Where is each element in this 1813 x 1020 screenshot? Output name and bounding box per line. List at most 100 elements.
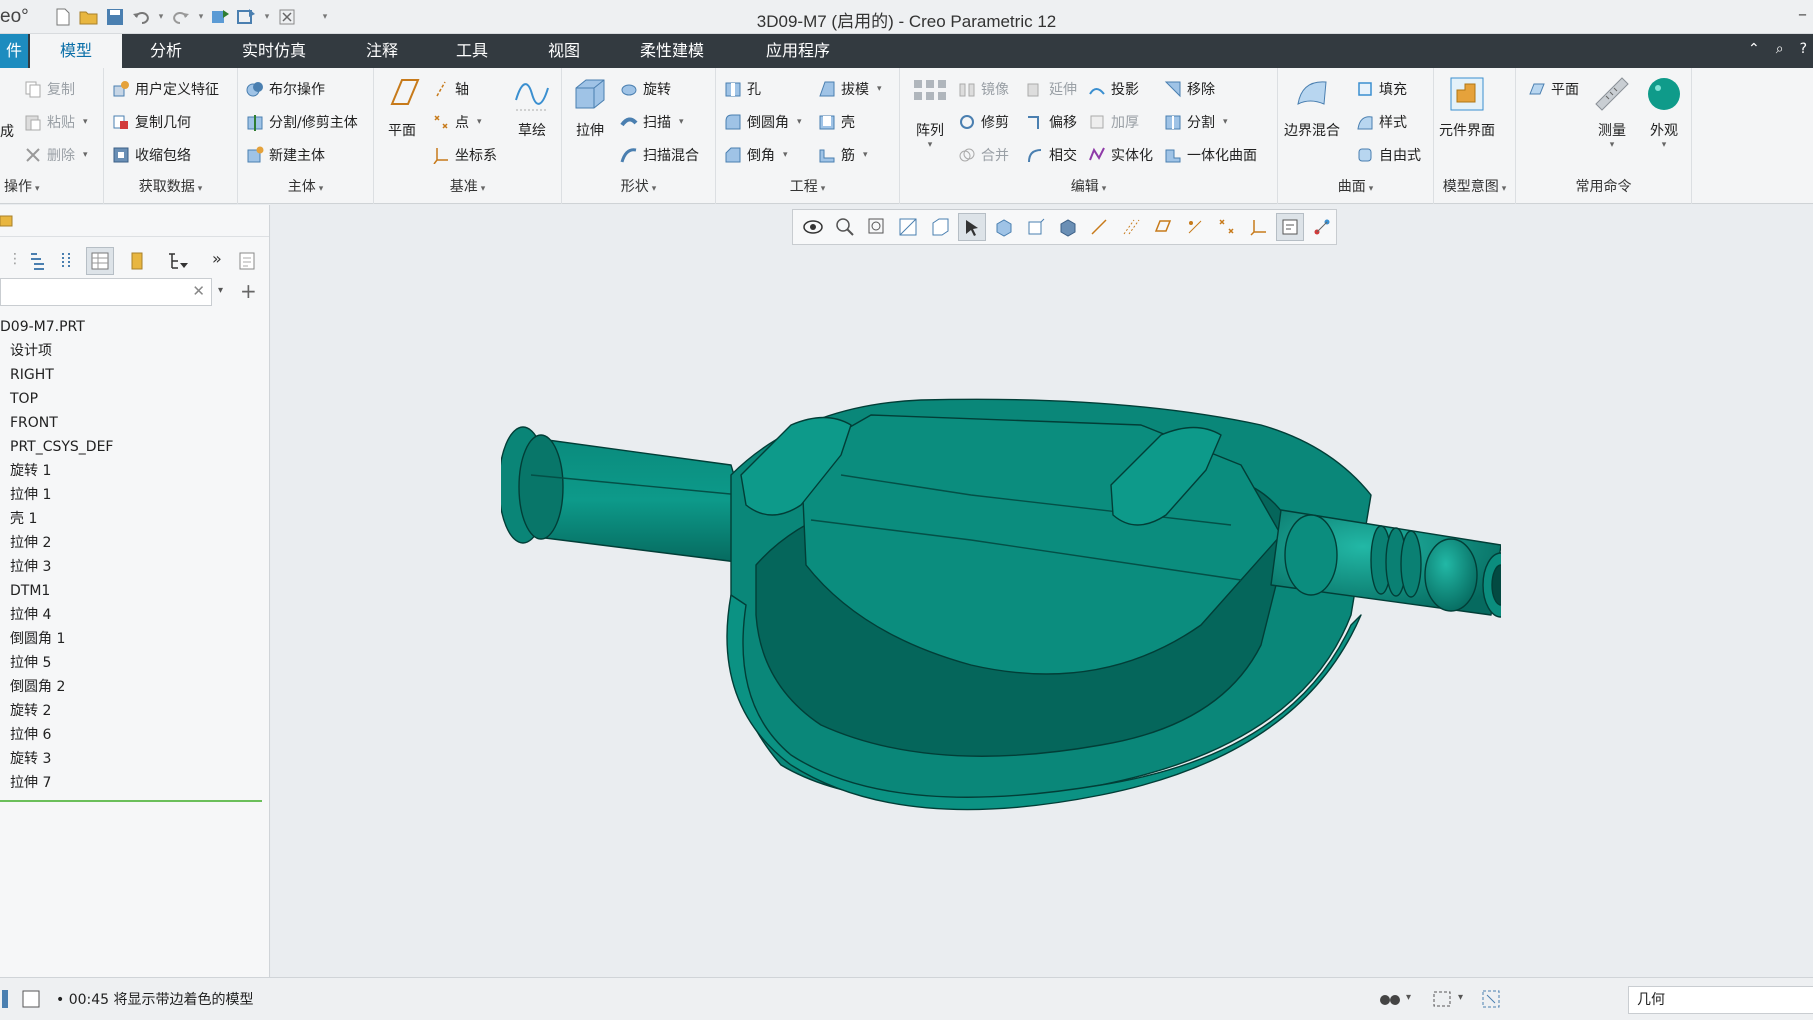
group-label-operations[interactable]: 操作 ▾ bbox=[0, 176, 103, 196]
datum-plane-button[interactable]: 平面 bbox=[382, 74, 422, 140]
extrude-button[interactable]: 拉伸 bbox=[570, 74, 610, 140]
save-icon[interactable] bbox=[104, 6, 126, 28]
tree-item[interactable]: DTM1 bbox=[0, 579, 270, 603]
tree-filter-icon[interactable] bbox=[166, 251, 190, 271]
mirror-button[interactable]: 镜像 bbox=[958, 76, 1009, 102]
chamfer-button[interactable]: 倒角 ▾ bbox=[724, 142, 788, 168]
component-interface-button[interactable]: 元件界面 bbox=[1439, 74, 1495, 140]
new-file-icon[interactable] bbox=[52, 6, 74, 28]
tab-applications[interactable]: 应用程序 bbox=[750, 34, 846, 68]
split-button[interactable]: 分割 ▾ bbox=[1164, 109, 1228, 135]
repaint-icon[interactable] bbox=[894, 213, 922, 241]
sketch-button[interactable]: 草绘 bbox=[512, 74, 552, 140]
redo-dropdown-icon[interactable]: ▾ bbox=[196, 12, 206, 22]
tree-item[interactable]: 倒圆角 2 bbox=[0, 675, 270, 699]
insert-indicator[interactable] bbox=[0, 800, 262, 802]
round-button[interactable]: 倒圆角 ▾ bbox=[724, 109, 802, 135]
model-tree-tab-icon[interactable] bbox=[0, 213, 16, 229]
tree-item[interactable]: TOP bbox=[0, 387, 270, 411]
tree-columns-icon[interactable] bbox=[58, 251, 78, 271]
add-filter-icon[interactable]: + bbox=[240, 279, 257, 303]
draft-button[interactable]: 拔模 ▾ bbox=[818, 76, 882, 102]
navigator-toggle-icon[interactable] bbox=[2, 990, 20, 1008]
project-button[interactable]: 投影 bbox=[1088, 76, 1139, 102]
pattern-button[interactable]: 阵列 ▾ bbox=[910, 74, 950, 150]
cad-3d-model[interactable] bbox=[501, 365, 1501, 925]
group-label-surfaces[interactable]: 曲面 ▾ bbox=[1278, 176, 1433, 196]
search-icon[interactable]: ⌕ bbox=[1776, 41, 1784, 57]
tree-search-input[interactable]: ✕ bbox=[0, 278, 212, 306]
selection-filter-select[interactable]: 几何 bbox=[1628, 986, 1813, 1014]
tree-item[interactable]: D09-M7.PRT bbox=[0, 315, 270, 339]
group-label-get-data[interactable]: 获取数据 ▾ bbox=[104, 176, 237, 196]
remove-button[interactable]: 移除 bbox=[1164, 76, 1215, 102]
copy-button[interactable]: 复制 bbox=[24, 76, 75, 102]
layer-tree-button[interactable] bbox=[86, 247, 114, 275]
tree-item[interactable]: 倒圆角 1 bbox=[0, 627, 270, 651]
boundary-blend-button[interactable]: 边界混合 bbox=[1284, 74, 1340, 140]
point-tag-icon[interactable] bbox=[1181, 213, 1209, 241]
datum-point-button[interactable]: 点 ▾ bbox=[432, 109, 482, 135]
tree-item[interactable]: 拉伸 5 bbox=[0, 651, 270, 675]
group-label-engineering[interactable]: 工程 ▾ bbox=[716, 176, 899, 196]
fill-button[interactable]: 填充 bbox=[1356, 76, 1407, 102]
paste-button[interactable]: 粘贴 ▾ bbox=[24, 109, 88, 135]
group-label-datum[interactable]: 基准 ▾ bbox=[374, 176, 561, 196]
tree-item[interactable]: 旋转 3 bbox=[0, 747, 270, 771]
annotation-display-icon[interactable] bbox=[1276, 213, 1305, 241]
style-button[interactable]: 样式 bbox=[1356, 109, 1407, 135]
tree-item[interactable]: 拉伸 1 bbox=[0, 483, 270, 507]
window-icon[interactable] bbox=[236, 6, 258, 28]
tab-flexible-modeling[interactable]: 柔性建模 bbox=[624, 34, 720, 68]
plane-display-icon[interactable] bbox=[1149, 213, 1177, 241]
group-label-body[interactable]: 主体 ▾ bbox=[238, 176, 373, 196]
udf-button[interactable]: 用户定义特征 bbox=[112, 76, 219, 102]
rib-button[interactable]: 筋 ▾ bbox=[818, 142, 868, 168]
split-trim-body-button[interactable]: 分割/修剪主体 bbox=[246, 109, 358, 135]
tree-item[interactable]: FRONT bbox=[0, 411, 270, 435]
axis-display-icon[interactable] bbox=[1117, 213, 1145, 241]
extend-button[interactable]: 延伸 bbox=[1026, 76, 1077, 102]
delete-button[interactable]: 删除 ▾ bbox=[24, 142, 88, 168]
sweep-button[interactable]: 扫描 ▾ bbox=[620, 109, 684, 135]
tab-model[interactable]: 模型 bbox=[30, 34, 122, 68]
datum-axis-button[interactable]: 轴 bbox=[432, 76, 469, 102]
tree-item[interactable]: 拉伸 2 bbox=[0, 531, 270, 555]
tree-item[interactable]: PRT_CSYS_DEF bbox=[0, 435, 270, 459]
appearance-button[interactable]: 外观 ▾ bbox=[1644, 74, 1684, 150]
tree-item[interactable]: 拉伸 7 bbox=[0, 771, 270, 795]
group-label-shapes[interactable]: 形状 ▾ bbox=[562, 176, 715, 196]
intersect-button[interactable]: 相交 bbox=[1026, 142, 1077, 168]
tree-item[interactable]: 壳 1 bbox=[0, 507, 270, 531]
select-dropdown-icon[interactable]: ▾ bbox=[1458, 992, 1463, 1003]
tab-file[interactable]: 件 bbox=[0, 34, 28, 68]
undo-icon[interactable] bbox=[130, 6, 152, 28]
search-dropdown-icon[interactable]: ▾ bbox=[218, 285, 223, 296]
show-details-icon[interactable] bbox=[238, 251, 256, 271]
offset-button[interactable]: 偏移 bbox=[1026, 109, 1077, 135]
regenerate-icon[interactable] bbox=[210, 6, 232, 28]
coordinate-system-button[interactable]: 坐标系 bbox=[432, 142, 497, 168]
revolve-button[interactable]: 旋转 bbox=[620, 76, 671, 102]
find-dropdown-icon[interactable]: ▾ bbox=[1406, 992, 1411, 1003]
tree-item[interactable]: RIGHT bbox=[0, 363, 270, 387]
zoom-out-icon[interactable] bbox=[863, 213, 891, 241]
undo-dropdown-icon[interactable]: ▾ bbox=[156, 12, 166, 22]
hole-button[interactable]: 孔 bbox=[724, 76, 761, 102]
graphics-viewport[interactable] bbox=[271, 205, 1813, 977]
solidify-button[interactable]: 实体化 bbox=[1088, 142, 1153, 168]
merge-button[interactable]: 合并 bbox=[958, 142, 1009, 168]
view-manager-icon[interactable] bbox=[990, 213, 1018, 241]
tab-annotate[interactable]: 注释 bbox=[342, 34, 422, 68]
trim-button[interactable]: 修剪 bbox=[958, 109, 1009, 135]
open-folder-icon[interactable] bbox=[78, 6, 100, 28]
window-dropdown-icon[interactable]: ▾ bbox=[262, 12, 272, 22]
tab-analysis[interactable]: 分析 bbox=[126, 34, 206, 68]
help-icon[interactable]: ? bbox=[1800, 41, 1807, 57]
tree-item[interactable]: 旋转 2 bbox=[0, 699, 270, 723]
copy-geometry-button[interactable]: 复制几何 bbox=[112, 109, 191, 135]
close-window-icon[interactable] bbox=[276, 6, 298, 28]
tab-live-simulation[interactable]: 实时仿真 bbox=[226, 34, 322, 68]
perspective-icon[interactable] bbox=[1022, 213, 1050, 241]
group-label-model-intent[interactable]: 模型意图 ▾ bbox=[1434, 176, 1515, 196]
